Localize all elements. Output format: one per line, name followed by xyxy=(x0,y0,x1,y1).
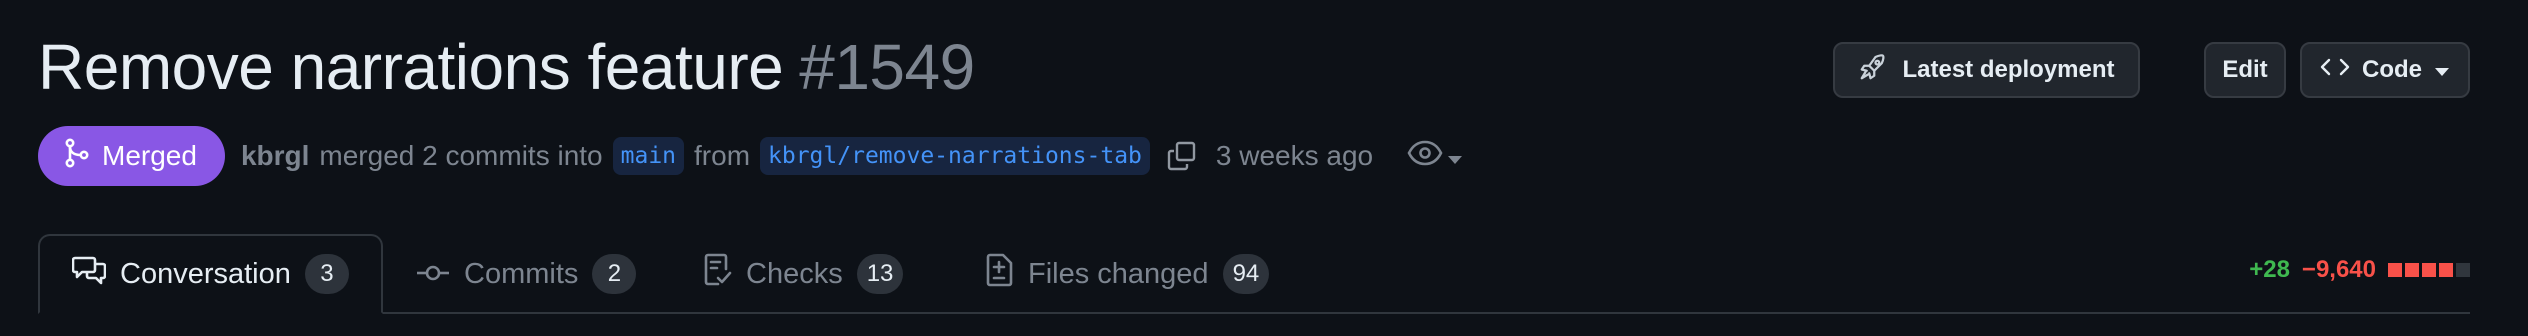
eye-icon xyxy=(1407,140,1443,173)
tab-commits-count: 2 xyxy=(592,254,637,294)
tab-commits[interactable]: Commits 2 xyxy=(416,234,637,314)
additions-count: +28 xyxy=(2249,256,2290,283)
base-branch-link[interactable]: main xyxy=(612,137,685,175)
from-text: from xyxy=(694,140,751,171)
edit-button[interactable]: Edit xyxy=(2204,42,2286,98)
checklist-icon xyxy=(704,253,732,295)
caret-down-icon xyxy=(2434,56,2450,84)
tab-checks-count: 13 xyxy=(856,254,904,294)
tab-checks[interactable]: Checks 13 xyxy=(704,234,904,314)
pr-number: #1549 xyxy=(799,31,975,103)
pr-tab-bar: Conversation 3 Commits 2 Checks 13 Files… xyxy=(38,234,2470,314)
diffstat: +28 −9,640 xyxy=(2249,256,2470,284)
diffstat-block-deleted xyxy=(2405,263,2419,277)
merged-status-badge: Merged xyxy=(38,126,225,186)
diffstat-block-deleted xyxy=(2422,263,2436,277)
tab-conversation-label: Conversation xyxy=(120,257,291,290)
latest-deployment-label: Latest deployment xyxy=(1902,56,2115,83)
latest-deployment-button[interactable]: Latest deployment xyxy=(1833,42,2140,98)
diffstat-block-deleted xyxy=(2388,263,2402,277)
tab-commits-label: Commits xyxy=(464,257,579,290)
tab-checks-label: Checks xyxy=(746,257,843,290)
comment-discussion-icon xyxy=(71,255,107,293)
file-diff-icon xyxy=(986,253,1014,295)
pr-title: Remove narrations feature xyxy=(38,31,784,103)
deletions-count: −9,640 xyxy=(2301,256,2376,283)
diffstat-block-deleted xyxy=(2439,263,2453,277)
code-dropdown-button[interactable]: Code xyxy=(2300,42,2470,98)
caret-down-icon xyxy=(1447,140,1463,172)
rocket-icon xyxy=(1858,52,1888,89)
tab-files-changed-count: 94 xyxy=(1222,254,1270,294)
author-link[interactable]: kbrgl xyxy=(241,140,309,172)
diffstat-block-neutral xyxy=(2456,263,2470,277)
git-commit-icon xyxy=(416,258,450,291)
pr-title-row: Remove narrations feature #1549 xyxy=(38,30,975,104)
tab-files-changed-label: Files changed xyxy=(1028,257,1209,290)
merge-action-text: merged 2 commits into xyxy=(319,140,603,171)
pr-meta-row: Merged kbrgl merged 2 commits into main … xyxy=(38,126,1463,186)
diffstat-blocks xyxy=(2388,263,2470,277)
merge-summary: kbrgl merged 2 commits into main from kb… xyxy=(241,137,1463,175)
merged-status-label: Merged xyxy=(102,140,197,171)
copy-icon[interactable] xyxy=(1166,140,1198,172)
git-merge-icon xyxy=(64,137,90,175)
head-branch-link[interactable]: kbrgl/remove-narrations-tab xyxy=(760,137,1150,175)
code-icon xyxy=(2320,55,2350,86)
merged-time: 3 weeks ago xyxy=(1215,140,1374,171)
watch-dropdown[interactable] xyxy=(1407,140,1463,173)
tab-conversation[interactable]: Conversation 3 xyxy=(38,234,383,314)
code-label: Code xyxy=(2362,56,2422,83)
tab-files-changed[interactable]: Files changed 94 xyxy=(986,234,1270,314)
tab-conversation-count: 3 xyxy=(304,254,349,294)
